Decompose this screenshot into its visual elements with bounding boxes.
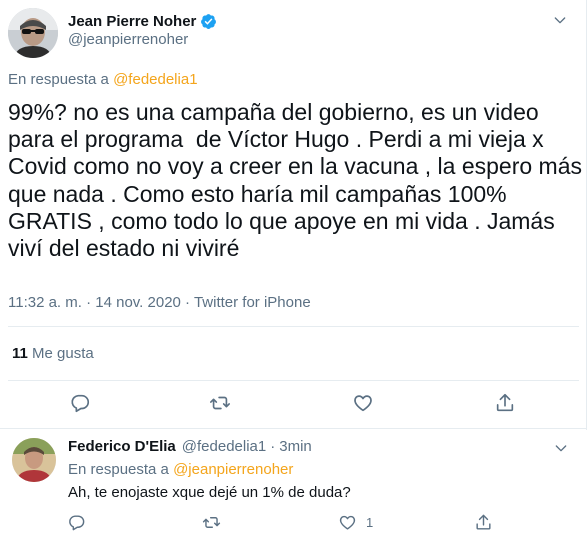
reply-separator: · — [270, 438, 276, 455]
reply-mention-link[interactable]: @jeanpierrenoher — [173, 461, 293, 478]
likes-label: Me gusta — [32, 345, 94, 362]
share-button[interactable] — [494, 389, 516, 417]
likes-count[interactable]: 11 Me gusta — [12, 345, 94, 362]
avatar[interactable] — [8, 8, 58, 58]
share-icon — [476, 514, 491, 530]
reply-like-count: 1 — [366, 514, 374, 530]
like-button[interactable]: 1 — [338, 508, 373, 536]
heart-icon — [339, 515, 356, 530]
reply-button[interactable] — [69, 389, 91, 417]
retweet-button[interactable] — [201, 508, 222, 536]
share-button[interactable] — [474, 508, 493, 536]
reply-author-row[interactable]: Federico D'Elia @fededelia1 · 3min — [68, 438, 312, 455]
author-handle[interactable]: @jeanpierrenoher — [68, 31, 188, 48]
tweet-text: 99%? no es una campaña del gobierno, es … — [8, 99, 583, 262]
reply-display-name[interactable]: Federico D'Elia — [68, 438, 176, 455]
chevron-down-icon — [555, 445, 567, 452]
retweet-icon — [202, 516, 221, 528]
reply-mention-link[interactable]: @fededelia1 — [113, 71, 197, 88]
divider — [0, 428, 587, 429]
reply-context-prefix: En respuesta a — [8, 71, 109, 88]
reply-timestamp[interactable]: 3min — [279, 438, 312, 455]
share-icon — [496, 393, 514, 412]
comment-icon — [71, 394, 90, 413]
reply-button[interactable] — [67, 508, 86, 536]
reply-more-options-button[interactable] — [549, 438, 573, 458]
reply-context: En respuesta a @fededelia1 — [8, 71, 198, 88]
divider — [8, 326, 579, 327]
reply-context-prefix: En respuesta a — [68, 461, 169, 478]
retweet-icon — [210, 396, 230, 410]
reply-tweet[interactable]: Federico D'Elia @fededelia1 · 3min En re… — [0, 430, 587, 544]
author-display-name[interactable]: Jean Pierre Noher — [68, 13, 196, 30]
retweet-button[interactable] — [208, 389, 232, 417]
reply-avatar-image — [12, 438, 56, 482]
avatar-image — [8, 8, 58, 58]
chevron-down-icon — [554, 17, 566, 24]
reply-action-bar: 1 — [0, 508, 587, 536]
reply-handle[interactable]: @fededelia1 — [182, 438, 266, 455]
heart-icon — [354, 395, 372, 412]
more-options-button[interactable] — [548, 10, 572, 30]
reply-text: Ah, te enojaste xque dejé un 1% de duda? — [68, 484, 351, 501]
reply-avatar[interactable] — [12, 438, 56, 482]
verified-badge-icon — [200, 13, 217, 30]
divider — [8, 380, 579, 381]
tweet-action-bar — [0, 389, 587, 417]
reply-context: En respuesta a @jeanpierrenoher — [68, 461, 293, 478]
main-tweet: Jean Pierre Noher @jeanpierrenoher En re… — [0, 0, 587, 430]
author-name-row[interactable]: Jean Pierre Noher — [68, 11, 217, 31]
like-button[interactable] — [352, 389, 374, 417]
likes-number: 11 — [12, 345, 28, 362]
tweet-timestamp-source[interactable]: 11:32 a. m. · 14 nov. 2020 · Twitter for… — [8, 294, 311, 311]
comment-icon — [69, 514, 85, 530]
